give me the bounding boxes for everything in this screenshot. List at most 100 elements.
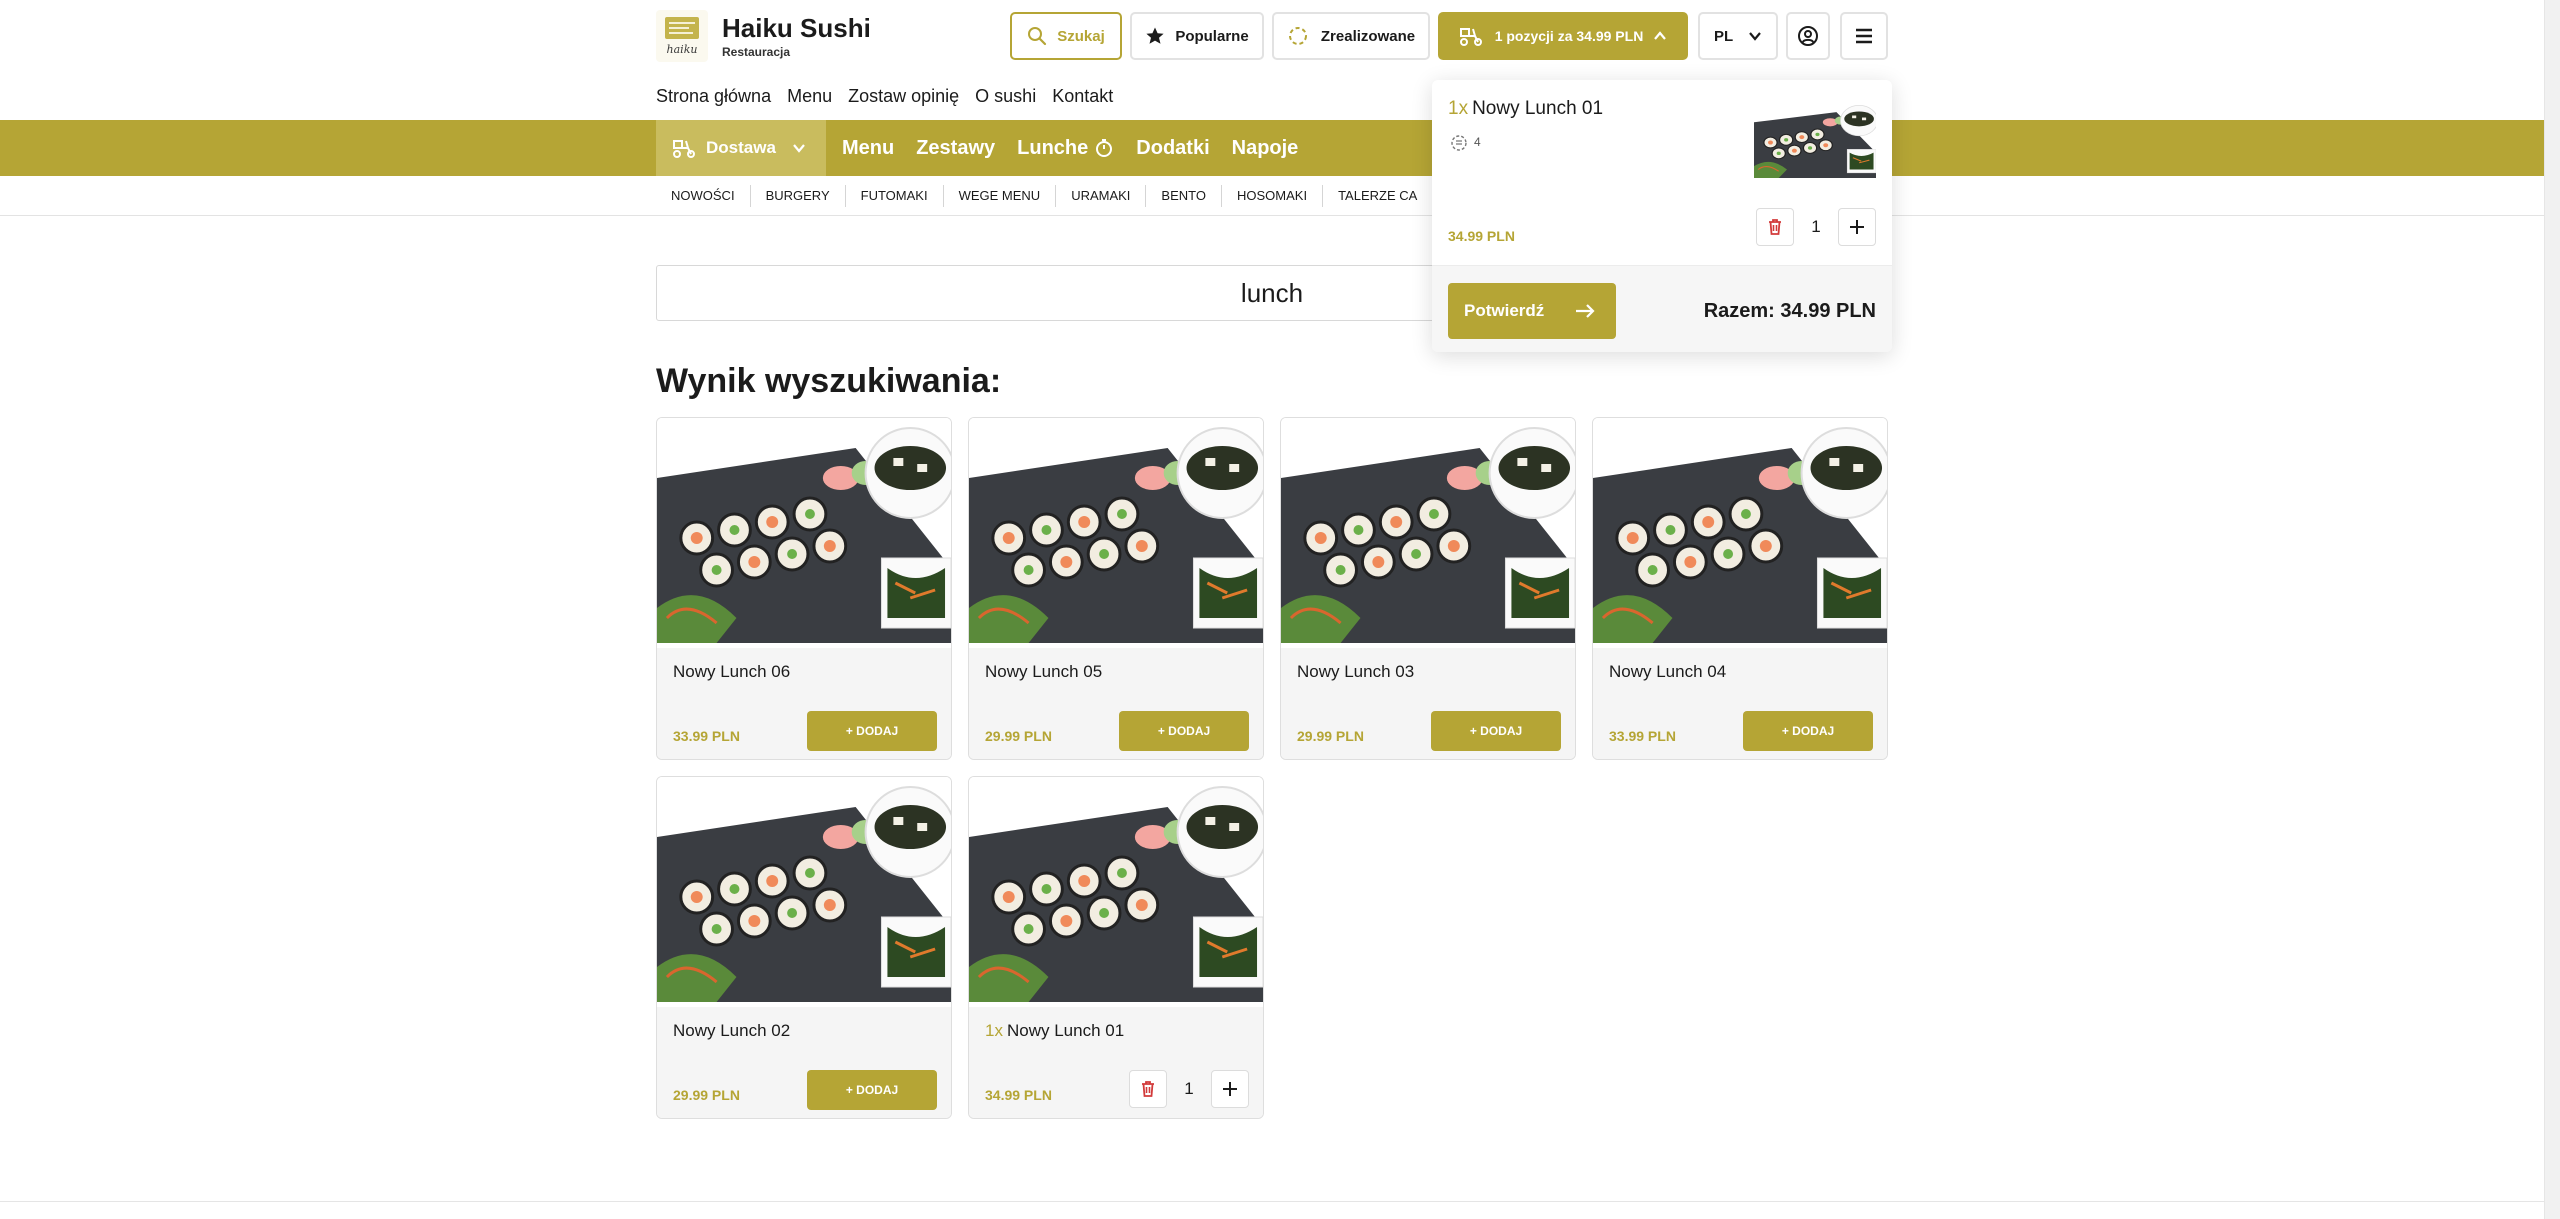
add-to-cart-button[interactable]: + DODAJ — [1119, 711, 1249, 751]
product-name: Nowy Lunch 06 — [673, 662, 791, 681]
brand-subtitle: Restauracja — [722, 45, 791, 59]
product-qty-prefix: 1x — [985, 1021, 1003, 1040]
quantity-stepper: 1 — [1129, 1070, 1249, 1108]
product-card[interactable]: Nowy Lunch 06 33.99 PLN + DODAJ — [656, 417, 952, 760]
user-circle-icon — [1798, 26, 1818, 46]
product-name: Nowy Lunch 05 — [985, 662, 1103, 681]
add-to-cart-button[interactable]: + DODAJ — [1431, 711, 1561, 751]
category-lunche[interactable]: Lunche — [1017, 137, 1114, 160]
subcat-wege-menu[interactable]: WEGE MENU — [944, 185, 1057, 207]
delivery-scooter-icon — [673, 140, 695, 158]
nav-about-sushi[interactable]: O sushi — [975, 86, 1036, 107]
product-image — [969, 777, 1263, 1004]
popular-button[interactable]: Popularne — [1130, 12, 1264, 60]
category-menu[interactable]: Menu — [842, 137, 894, 160]
subcat-uramaki[interactable]: URAMAKI — [1056, 185, 1147, 207]
product-name: Nowy Lunch 02 — [673, 1021, 791, 1040]
plus-icon — [1223, 1082, 1237, 1096]
remove-item-button[interactable] — [1756, 208, 1794, 246]
product-price: 29.99 PLN — [985, 728, 1052, 744]
brand-logo-link[interactable]: haiku Haiku Sushi Restauracja — [656, 10, 871, 62]
increase-quantity-button[interactable] — [1838, 208, 1876, 246]
site-header: haiku Haiku Sushi Restauracja Szukaj Pop… — [0, 0, 2560, 120]
spicy-level: 4 — [1448, 132, 1481, 152]
completed-orders-button[interactable]: Zrealizowane — [1272, 12, 1430, 60]
subcat-futomaki[interactable]: FUTOMAKI — [846, 185, 944, 207]
trash-icon — [1142, 1081, 1154, 1097]
hamburger-menu-button[interactable] — [1840, 12, 1888, 60]
subcat-talerze[interactable]: TALERZE CA — [1323, 185, 1432, 207]
product-card[interactable]: Nowy Lunch 04 33.99 PLN + DODAJ — [1592, 417, 1888, 760]
cart-quantity-stepper: 1 — [1756, 208, 1876, 246]
plus-icon — [1850, 220, 1864, 234]
stopwatch-icon — [1096, 139, 1113, 157]
confirm-order-button[interactable]: Potwierdź — [1448, 283, 1616, 339]
language-selector[interactable]: PL — [1698, 12, 1778, 60]
completed-orders-label: Zrealizowane — [1320, 27, 1416, 45]
search-icon — [1028, 27, 1047, 46]
cart-total: Razem: 34.99 PLN — [1703, 300, 1876, 322]
delivery-scooter-icon — [1459, 28, 1482, 46]
product-card[interactable]: 1x Nowy Lunch 01 34.99 PLN 1 — [968, 776, 1264, 1119]
delivery-mode-selector[interactable]: Dostawa — [656, 120, 826, 176]
product-image — [1593, 418, 1887, 645]
chevron-down-icon — [793, 144, 805, 153]
product-price: 34.99 PLN — [985, 1087, 1052, 1103]
chili-icon — [1451, 135, 1467, 151]
product-name: 1x Nowy Lunch 01 — [985, 1021, 1124, 1041]
product-card[interactable]: Nowy Lunch 05 29.99 PLN + DODAJ — [968, 417, 1264, 760]
account-button[interactable] — [1786, 12, 1830, 60]
nav-review[interactable]: Zostaw opinię — [848, 86, 959, 107]
add-label: DODAJ — [1792, 724, 1835, 738]
popular-button-label: Popularne — [1175, 27, 1249, 45]
page-scrollbar[interactable] — [2544, 0, 2560, 1219]
product-card[interactable]: Nowy Lunch 03 29.99 PLN + DODAJ — [1280, 417, 1576, 760]
product-name-text: Nowy Lunch 01 — [1006, 1021, 1125, 1040]
category-bar: Dostawa Menu Zestawy Lunche Dodatki Napo… — [0, 120, 2544, 176]
product-price: 29.99 PLN — [1297, 728, 1364, 744]
search-button[interactable]: Szukaj — [1010, 12, 1122, 60]
plus-icon: + — [1469, 724, 1481, 738]
product-card[interactable]: Nowy Lunch 02 29.99 PLN + DODAJ — [656, 776, 952, 1119]
cart-footer: Potwierdź Razem: 34.99 PLN — [1432, 265, 1892, 352]
nav-contact[interactable]: Kontakt — [1052, 86, 1113, 107]
add-to-cart-button[interactable]: + DODAJ — [1743, 711, 1873, 751]
subcat-burgery[interactable]: BURGERY — [751, 185, 846, 207]
category-napoje[interactable]: Napoje — [1232, 137, 1299, 160]
footer-divider — [0, 1201, 2544, 1202]
product-price: 33.99 PLN — [1609, 728, 1676, 744]
product-image — [657, 777, 951, 1004]
add-to-cart-button[interactable]: + DODAJ — [807, 1070, 937, 1110]
star-icon — [1146, 27, 1164, 44]
cart-summary-button[interactable]: 1 pozycji za 34.99 PLN — [1438, 12, 1688, 60]
plus-icon: + — [1781, 724, 1793, 738]
product-price: 33.99 PLN — [673, 728, 740, 744]
product-name: Nowy Lunch 04 — [1609, 662, 1727, 681]
nav-home[interactable]: Strona główna — [656, 86, 771, 107]
chevron-up-icon — [1654, 31, 1667, 40]
increase-quantity-button[interactable] — [1211, 1070, 1249, 1108]
trash-icon — [1769, 219, 1781, 235]
confirm-label: Potwierdź — [1464, 301, 1545, 320]
subcategory-bar: NOWOŚCI BURGERY FUTOMAKI WEGE MENU URAMA… — [0, 176, 2544, 216]
category-dodatki[interactable]: Dodatki — [1136, 137, 1209, 160]
arrow-right-icon — [1576, 304, 1595, 318]
loading-spinner-icon — [1288, 27, 1307, 45]
subcat-nowosci[interactable]: NOWOŚCI — [656, 185, 751, 207]
subcat-bento[interactable]: BENTO — [1146, 185, 1222, 207]
plus-icon: + — [845, 724, 857, 738]
add-to-cart-button[interactable]: + DODAJ — [807, 711, 937, 751]
cart-dropdown: 1x Nowy Lunch 01 4 34.99 PLN 1 Potwierdź … — [1432, 80, 1892, 352]
product-name: Nowy Lunch 03 — [1297, 662, 1415, 681]
add-label: DODAJ — [1480, 724, 1523, 738]
plus-icon: + — [1157, 724, 1169, 738]
brand-title: Haiku Sushi — [722, 13, 871, 43]
nav-menu[interactable]: Menu — [787, 86, 832, 107]
cart-item-name: 1x Nowy Lunch 01 — [1448, 98, 1603, 120]
category-zestawy[interactable]: Zestawy — [916, 137, 995, 160]
product-image — [657, 418, 951, 645]
add-label: DODAJ — [856, 724, 899, 738]
remove-item-button[interactable] — [1129, 1070, 1167, 1108]
results-heading: Wynik wyszukiwania: — [656, 362, 1002, 400]
subcat-hosomaki[interactable]: HOSOMAKI — [1222, 185, 1324, 207]
